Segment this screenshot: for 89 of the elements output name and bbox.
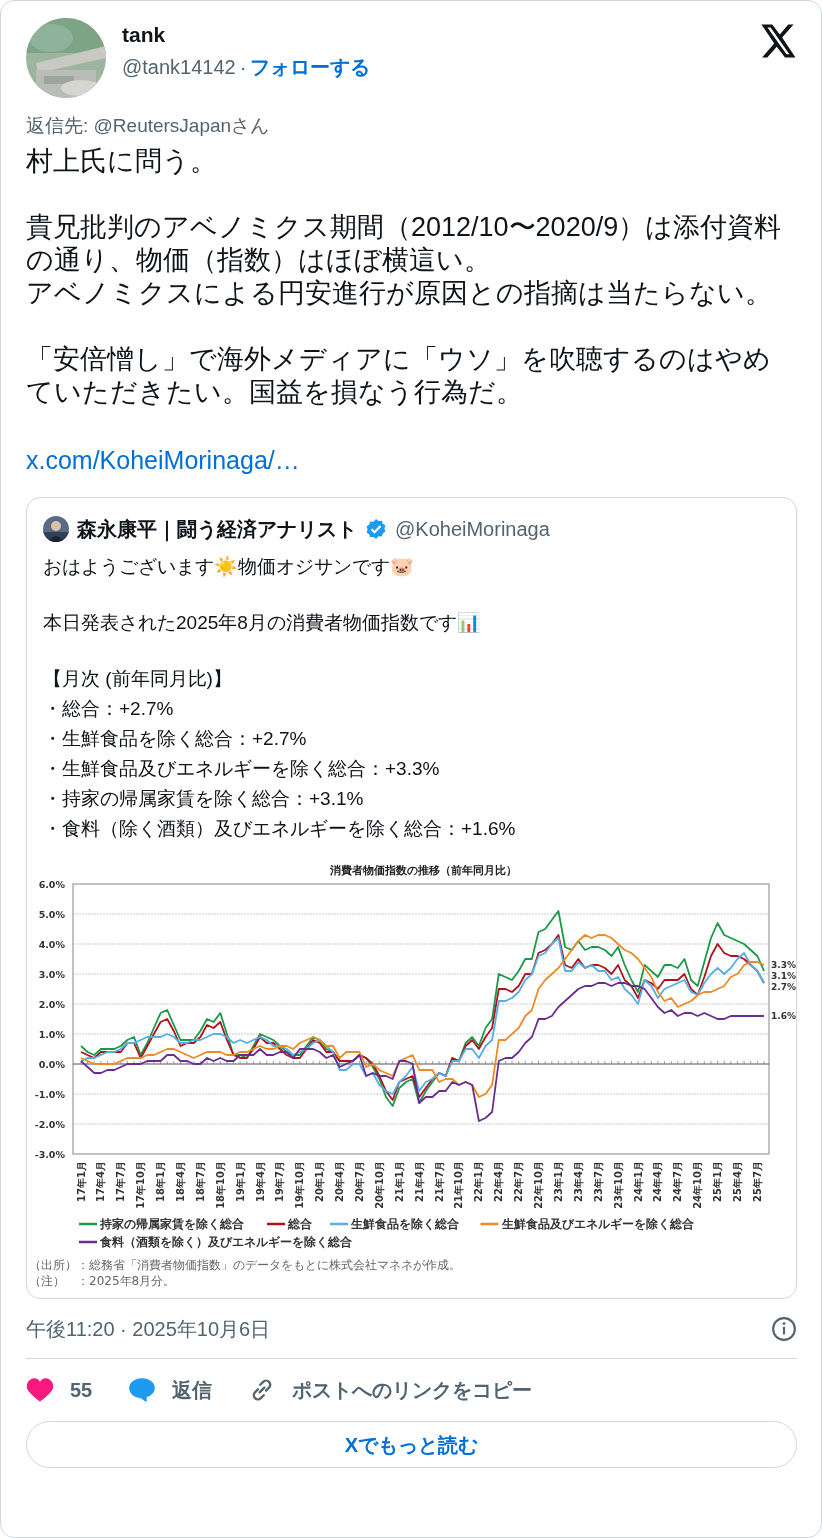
quote-text: ・総合：+2.7% xyxy=(43,697,175,721)
axis-label: 24年10月 xyxy=(692,1161,704,1209)
axis-label: 17年7月 xyxy=(115,1161,127,1202)
axis-label: 18年4月 xyxy=(174,1161,186,1202)
axis-label: 24年4月 xyxy=(652,1161,664,1202)
axis-label: 18年1月 xyxy=(155,1161,167,1202)
axis-label: 22年1月 xyxy=(473,1161,485,1202)
axis-label: -1.0% xyxy=(34,1088,65,1100)
legend-label: 総合 xyxy=(287,1217,313,1231)
axis-label: 20年1月 xyxy=(314,1161,326,1202)
chart-title: 消費者物価指数の推移（前年同月比） xyxy=(329,864,517,877)
axis-label: 22年4月 xyxy=(493,1161,505,1202)
value-label: 2.7% xyxy=(771,982,796,992)
axis-label: 21年1月 xyxy=(393,1161,405,1202)
quoted-post-card[interactable] xyxy=(26,497,797,1299)
author-handle: @KoheiMorinaga xyxy=(395,517,550,542)
value-label: 1.6% xyxy=(771,1011,796,1021)
author-name: 森永康平｜闘う経済アナリスト xyxy=(77,517,357,544)
axis-label: 23年7月 xyxy=(592,1161,604,1202)
read-more-button[interactable]: Xでもっと読む xyxy=(26,1421,797,1468)
legend-item: 持家の帰属家賃を除く総合 xyxy=(79,1217,244,1231)
axis-label: 19年7月 xyxy=(274,1161,286,1202)
legend-item: 生鮮食品を除く総合 xyxy=(330,1217,459,1231)
quote-text: おはようございます☀物価オジサンです🐷 xyxy=(43,555,415,579)
axis-label: 18年10月 xyxy=(214,1161,226,1209)
axis-label: 19年4月 xyxy=(254,1161,266,1202)
axis-label: 0.0% xyxy=(38,1058,65,1070)
timestamp: 午後11:20 · 2025年10月6日 xyxy=(26,1316,271,1342)
axis-label: -2.0% xyxy=(34,1118,65,1130)
axis-label: 22年10月 xyxy=(533,1161,545,1209)
value-label: 3.1% xyxy=(771,971,796,981)
speech-bubble-icon xyxy=(128,1377,157,1403)
axis-label: 17年1月 xyxy=(75,1161,87,1202)
follow-link[interactable]: フォローする xyxy=(250,52,371,82)
action-link[interactable]: 55 xyxy=(26,1375,93,1405)
axis-label: 25年1月 xyxy=(712,1161,724,1202)
axis-label: 20年7月 xyxy=(354,1161,365,1202)
axis-label: 2.0% xyxy=(38,998,65,1010)
axis-label: 24年1月 xyxy=(632,1161,644,1202)
axis-label: 4.0% xyxy=(38,938,65,950)
axis-label: 23年1月 xyxy=(552,1161,564,1202)
quote-text: 本日発表された2025年8月の消費者物価指数です📊 xyxy=(43,611,482,635)
axis-label: 23年10月 xyxy=(612,1161,624,1209)
quote-text: ・生鮮食品及びエネルギーを除く総合：+3.3% xyxy=(43,757,441,781)
reply-to-text: 返信先: @ReutersJapanさん xyxy=(26,114,271,138)
axis-label: 21年7月 xyxy=(433,1161,445,1202)
axis-label: 18年7月 xyxy=(194,1161,206,1202)
legend-item: 総合 xyxy=(267,1217,312,1231)
cross-logo-icon[interactable] xyxy=(761,24,797,58)
legend-label: 生鮮食品を除く総合 xyxy=(350,1217,460,1231)
axis-label: 25年4月 xyxy=(732,1161,743,1202)
legend-item: 食料（酒類を除く）及びエネルギーを除く総合 xyxy=(79,1235,352,1249)
info-icon[interactable] xyxy=(771,1315,797,1342)
axis-label: 6.0% xyxy=(38,878,65,890)
axis-label: 24年7月 xyxy=(672,1161,684,1202)
user-name: tank xyxy=(122,22,167,48)
source-note: （出所）：総務省「消費者物価指数」のデータをもとに株式会社マネネが作成。 xyxy=(29,1258,461,1272)
axis-label: 17年10月 xyxy=(135,1161,147,1209)
axis-label: 20年10月 xyxy=(373,1161,385,1209)
axis-label: 19年1月 xyxy=(234,1161,246,1202)
tweet-text: アベノミクスによる円安進行が原因との指摘は当たらない。 xyxy=(26,276,773,310)
tweet-link[interactable]: x.com/KoheiMorinaga/… xyxy=(26,445,300,474)
axis-label: 22年7月 xyxy=(513,1161,525,1202)
tweet-text: 貴兄批判のアベノミクス期間（2012/10〜2020/9）は添付資料の通り、物価（指数）はほぼ横這い。 xyxy=(26,210,783,277)
axis-label: 5.0% xyxy=(38,908,65,920)
legend-item: 生鮮食品及びエネルギーを除く総合 xyxy=(480,1217,694,1231)
heart-icon xyxy=(26,1377,54,1403)
quote-text: 【月次 (前年同月比)】 xyxy=(43,667,233,691)
axis-label: 25年7月 xyxy=(751,1161,763,1202)
axis-label: 17年4月 xyxy=(95,1161,107,1202)
source-note: （注） ：2025年8月分。 xyxy=(29,1274,176,1288)
axis-label: 1.0% xyxy=(38,1028,65,1040)
axis-label: 19年10月 xyxy=(294,1161,306,1209)
user-handle: @tank14142 xyxy=(122,55,236,80)
action-link[interactable]: 返信 xyxy=(128,1375,213,1405)
quote-text: ・持家の帰属家賃を除く総合：+3.1% xyxy=(43,787,365,811)
quote-text: ・食料（除く酒類）及びエネルギーを除く総合：+1.6% xyxy=(43,817,517,841)
tweet-text: 村上氏に問う。 xyxy=(26,144,218,178)
axis-label: 20年4月 xyxy=(334,1161,346,1202)
action-link[interactable]: ポストへのリンクをコピー xyxy=(248,1375,533,1405)
value-label: 3.3% xyxy=(771,960,796,970)
axis-label: 3.0% xyxy=(38,968,65,980)
axis-label: 21年4月 xyxy=(413,1161,425,1202)
axis-label: 21年10月 xyxy=(453,1161,465,1209)
tweet-text: 「安倍憎し」で海外メディアに「ウソ」を吹聴するのはやめていただきたい。国益を損なう行為だ。 xyxy=(26,342,772,409)
axis-label: 23年4月 xyxy=(572,1161,584,1202)
separator: · xyxy=(239,55,247,80)
quote-text: ・生鮮食品を除く総合：+2.7% xyxy=(43,727,308,751)
axis-label: -3.0% xyxy=(34,1148,65,1160)
